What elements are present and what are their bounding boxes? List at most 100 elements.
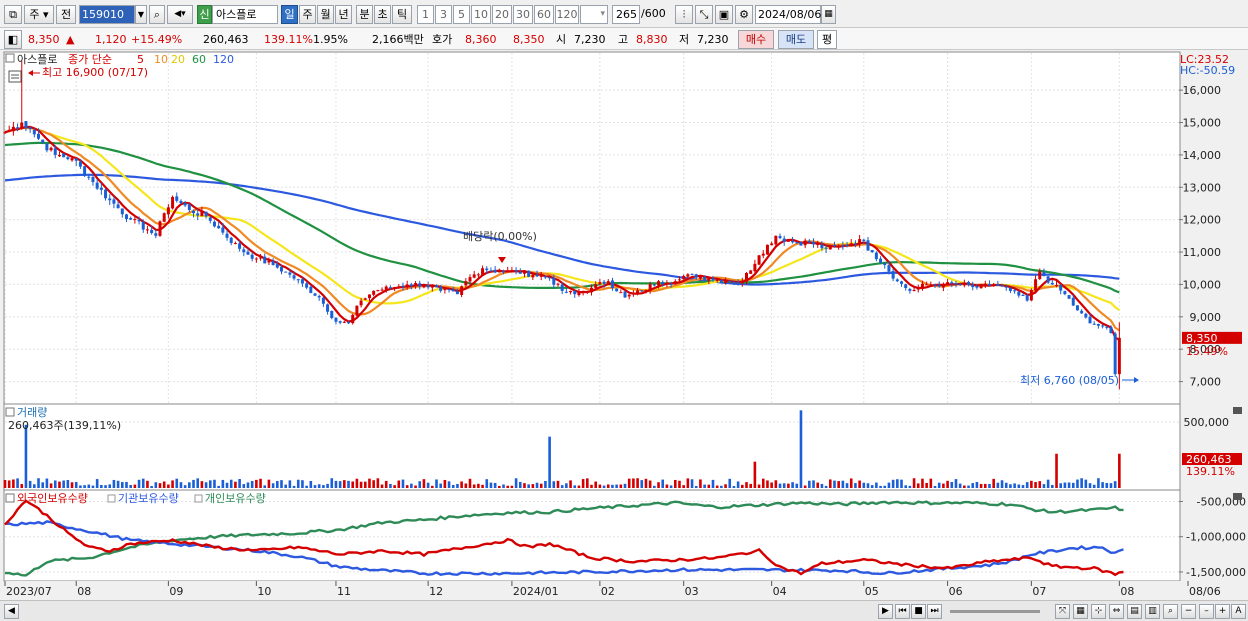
zoom-in-icon[interactable]: + [1215,604,1230,619]
date-input[interactable]: 2024/08/06 [755,5,821,24]
last-volume-ratio: 139.11% [1186,465,1235,478]
scroll-right-icon[interactable]: ▶ [878,604,893,619]
volume-bar [958,483,962,488]
interval-120-button[interactable]: 120 [555,5,579,24]
save-icon[interactable]: ▣ [715,5,733,24]
grid-icon[interactable]: ▦ [1073,604,1088,619]
evaluation-button[interactable]: 평 [817,30,837,49]
zoom-out-icon[interactable]: − [1181,604,1196,619]
candle-body [363,298,367,300]
crosshair-icon[interactable]: ⊹ [1091,604,1106,619]
volume-bar [1042,484,1046,488]
count-input[interactable]: 265 [612,5,640,24]
period-minute-button[interactable]: 분 [356,5,373,24]
period-year-button[interactable]: 년 [335,5,352,24]
interval-dropdown[interactable]: ▾ [580,5,608,24]
holdings-panel-close-icon[interactable] [1233,493,1242,500]
candle-body [1080,310,1084,314]
interval-20-button[interactable]: 20 [492,5,512,24]
zoom-slider[interactable] [950,610,1040,613]
gear-icon[interactable]: ⚙ [735,5,753,24]
search-icon[interactable]: ⌕ [149,5,165,24]
first-page-icon[interactable]: ⏮ [895,604,910,619]
legend-toggle-icon[interactable] [5,53,15,63]
candle-body [732,281,736,283]
calendar-icon[interactable]: ▦ [821,5,836,24]
stock-code-input[interactable]: 159010 [79,5,135,24]
volume-bar [62,480,65,488]
split-icon[interactable]: ⇔ [1109,604,1124,619]
auto-icon[interactable]: A [1231,604,1246,619]
volume-bar [870,485,874,488]
fit-icon[interactable]: ⤧ [1055,604,1070,619]
trade-amount: 2,166백만 [372,33,424,46]
buy-button[interactable]: 매수 [738,30,774,49]
period-main-dropdown[interactable]: 주 ▾ [24,5,54,24]
volume-bar [627,478,631,488]
volume-bar [351,481,355,488]
panel-icon[interactable]: ▤ [1127,604,1142,619]
draw-tool-icon[interactable]: ⤡ [695,5,713,24]
calculator-icon[interactable] [8,70,22,83]
candle-body [141,222,145,230]
sell-button[interactable]: 매도 [778,30,814,49]
collapse-icon[interactable]: ◧ [4,30,22,49]
institution-toggle[interactable] [107,494,116,503]
volume-bar [791,482,794,488]
candle-body [430,286,434,288]
candle-body [192,210,196,214]
stock-name-field[interactable]: 아스플로 [212,5,278,24]
open-label: 시 [556,33,567,46]
candle-body [250,254,254,259]
candle-body [464,281,468,286]
volume-bar [12,479,15,488]
volume-bar [460,481,463,488]
volume-legend-toggle[interactable] [5,407,15,417]
stock-chart[interactable]: 7,0008,0009,00010,00011,00012,00013,0001… [0,51,1248,600]
candle-body [841,245,845,247]
volume-bar [552,481,556,488]
interval-30-button[interactable]: 30 [513,5,533,24]
stop-icon[interactable]: ■ [911,604,926,619]
candle-body [334,317,338,322]
holdings-legend-toggle[interactable] [5,493,15,503]
individual-toggle[interactable] [194,494,203,503]
volume-bar [70,482,74,488]
magnify-icon[interactable]: ⌕ [1163,604,1178,619]
volume-bar [330,478,334,488]
period-second-button[interactable]: 초 [374,5,391,24]
volume-bar [916,483,920,488]
prev-button[interactable]: 전 [56,5,76,24]
chart-menu-icon[interactable]: ⧉ [4,5,22,24]
shrink-icon[interactable]: – [1199,604,1214,619]
interval-3-button[interactable]: 3 [435,5,452,24]
last-page-icon[interactable]: ⏭ [927,604,942,619]
period-day-button[interactable]: 일 [281,5,298,24]
period-month-button[interactable]: 월 [317,5,334,24]
chart-scrollbar[interactable]: ◀ ▶ ⏮ ■ ⏭ ⤧ ▦ ⊹ ⇔ ▤ ▥ ⌕ − – + A [0,600,1248,621]
volume-bar [338,481,342,488]
sound-icon[interactable]: ◀▾ [167,5,193,24]
code-dropdown-icon[interactable]: ▼ [135,5,147,24]
volume-panel-close-icon[interactable] [1233,407,1242,414]
time-tick-label: 2023/07 [6,585,52,598]
candle-body [1025,295,1029,301]
chart-type-icon[interactable]: ⫶ [675,5,693,24]
candle-body [229,237,233,244]
period-week-button[interactable]: 주 [299,5,316,24]
scroll-left-icon[interactable]: ◀ [4,604,19,619]
volume-bar [1017,484,1021,488]
period-tick-button[interactable]: 틱 [392,5,412,24]
candle-body [284,271,288,273]
candle-body [1109,327,1113,333]
interval-1-button[interactable]: 1 [417,5,434,24]
layout-icon[interactable]: ▥ [1145,604,1160,619]
interval-10-button[interactable]: 10 [471,5,491,24]
candle-body [124,214,128,219]
interval-60-button[interactable]: 60 [534,5,554,24]
candle-body [175,196,179,201]
volume-bar [720,485,723,488]
candle-body [506,270,510,273]
interval-5-button[interactable]: 5 [453,5,470,24]
volume-bar [100,485,103,488]
